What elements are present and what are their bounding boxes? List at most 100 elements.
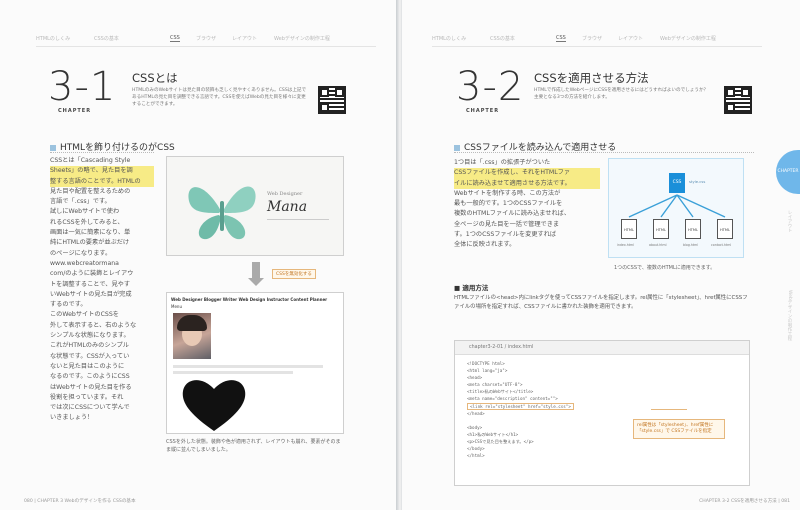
side-index-text: Webデザインの制作工程 bbox=[787, 290, 792, 341]
placeholder-line bbox=[173, 365, 323, 368]
body-line: Sheets」の略で、見た目を調 bbox=[50, 166, 154, 177]
page-folio: 080 | CHAPTER 3 Webのデザインを作る CSSの基本 bbox=[24, 499, 136, 504]
code-line: </html> bbox=[467, 453, 485, 458]
chapter-number: 3-1 bbox=[48, 64, 117, 110]
body-line: れるCSSを外してみると、 bbox=[50, 218, 124, 226]
qr-code-icon bbox=[724, 86, 752, 114]
body-line: 外して表示すると、右のような bbox=[50, 321, 137, 329]
code-line: </head> bbox=[467, 411, 485, 416]
code-line: <meta name="description" content=""> bbox=[467, 396, 558, 401]
body-line: 見た目や配置を整えるための bbox=[50, 187, 131, 195]
tabs-divider bbox=[36, 46, 376, 47]
body-line: Webサイトを制作する時、この方法が bbox=[454, 189, 561, 197]
chapter-number: 3-2 bbox=[456, 64, 525, 110]
heading-underline bbox=[50, 152, 154, 153]
chapter-tabs: HTMLのしくみ CSSの基本 CSS ブラウザ レイアウト Webデザインの制… bbox=[36, 32, 374, 46]
side-index-text: レイアウト bbox=[787, 210, 792, 233]
body-line: 全ページの見た目を一括で管理できま bbox=[454, 220, 560, 228]
body-line: www.webcreatormana bbox=[50, 259, 119, 267]
code-line: <head> bbox=[467, 375, 483, 380]
body-line: 最も一般的です。1つのCSSファイルを bbox=[454, 200, 563, 208]
body-line: トを調整することで、見やす bbox=[50, 280, 131, 288]
code-line: <body> bbox=[467, 425, 483, 430]
left-page: HTMLのしくみ CSSの基本 CSS ブラウザ レイアウト Webデザインの制… bbox=[0, 0, 398, 510]
body-line: 純にHTMLの要素が並ぶだけ bbox=[50, 239, 130, 247]
body-line: 画面は一気に簡素になり、単 bbox=[50, 229, 131, 237]
profile-photo bbox=[173, 313, 211, 359]
body-text: CSSとは「Cascading Style Sheets」の略で、見た目を調 整… bbox=[50, 156, 154, 424]
body-line: のページになります。 bbox=[50, 249, 112, 257]
css-file-label: style.css bbox=[689, 179, 706, 184]
body-line: な状態です。CSSが入ってい bbox=[50, 352, 130, 360]
placeholder-line bbox=[173, 371, 293, 374]
section-title: CSSとは bbox=[132, 71, 178, 85]
body-line: シンプルな状態になります。 bbox=[50, 332, 130, 340]
code-line: <p>CSSで見た目を整えます。</p> bbox=[467, 439, 534, 444]
body-line: イルに読み込ませて適用させる方法です。 bbox=[454, 178, 600, 189]
body-line: では次にCSSについて学んで bbox=[50, 404, 130, 412]
code-line: </body> bbox=[467, 446, 485, 451]
section-intro: HTMLで作成したWebページにCSSを適用させるにはどうすればよいのでしょうか… bbox=[534, 88, 709, 100]
chapter-label: CHAPTER bbox=[58, 108, 92, 114]
page-folio: CHAPTER 3-2 CSSを適用させる方法 | 081 bbox=[699, 499, 790, 504]
qr-code-icon bbox=[318, 86, 346, 114]
code-line-highlighted: <link rel="stylesheet" href="style.css"> bbox=[467, 403, 574, 410]
body-line: いWebサイトの見た目が完成 bbox=[50, 290, 132, 298]
tab-item: ブラウザ bbox=[196, 36, 217, 42]
body-line: CSSファイルを作成し、それをHTMLファ bbox=[454, 168, 600, 179]
css-disabled-tag: CSSを無効化する bbox=[272, 269, 316, 279]
down-arrow-icon bbox=[252, 262, 260, 278]
butterfly-image bbox=[188, 186, 256, 240]
code-line: <title>私のWebサイト</title> bbox=[467, 389, 534, 394]
chapter-label: CHAPTER bbox=[466, 108, 500, 114]
css-apply-diagram: CSS style.css HTML HTML HTML HTML index.… bbox=[608, 158, 744, 258]
code-sample: chapter3-2-01 / index.html <!DOCTYPE htm… bbox=[454, 340, 750, 486]
html-file-label: about.html bbox=[649, 243, 667, 247]
diagram-caption: 1つのCSSで、複数のHTMLに適用できます。 bbox=[614, 265, 716, 271]
section-title: CSSを適用させる方法 bbox=[534, 71, 649, 85]
arrow-head-icon bbox=[248, 278, 264, 286]
html-file-icon: HTML bbox=[653, 219, 669, 239]
unstyled-site-screenshot: Web Designer Blogger Writer Web Design I… bbox=[166, 292, 344, 434]
body-line: 全体に反映されます。 bbox=[454, 241, 516, 249]
body-line: 1つ目は「.css」の拡張子がついた bbox=[454, 159, 551, 166]
html-file-icon: HTML bbox=[717, 219, 733, 239]
mock-site-divider bbox=[267, 219, 329, 220]
mock-site-name: Mana bbox=[267, 199, 308, 215]
body-line: com/のように装飾とレイアウ bbox=[50, 270, 134, 278]
body-line: ないと見た目はこのように bbox=[50, 362, 125, 370]
code-title: chapter3-2-01 / index.html bbox=[455, 341, 749, 355]
tab-item: HTMLのしくみ bbox=[432, 36, 467, 42]
body-line: CSSとは「Cascading Style bbox=[50, 157, 131, 164]
body-line: 試しにWebサイトで使わ bbox=[50, 208, 120, 216]
screenshot-caption: CSSを外した状態。装飾や色が適用されず、レイアウトも崩れ、要素がそのまま縦に並… bbox=[166, 439, 341, 453]
tab-item: HTMLのしくみ bbox=[36, 36, 71, 42]
tab-item: レイアウト bbox=[232, 36, 258, 42]
tab-item: レイアウト bbox=[618, 36, 644, 42]
heart-image bbox=[182, 380, 246, 431]
chapter-tabs: HTMLのしくみ CSSの基本 CSS ブラウザ レイアウト Webデザインの制… bbox=[432, 32, 770, 46]
body-line: いきましょう！ bbox=[50, 414, 94, 422]
html-file-label: index.html bbox=[617, 243, 634, 247]
apply-method-heading: ■ 適用方法 bbox=[454, 284, 489, 292]
styled-site-screenshot: Web Designer Mana bbox=[166, 156, 344, 256]
body-line: 複数のHTMLファイルに読み込ませれば、 bbox=[454, 210, 571, 218]
tab-item: ブラウザ bbox=[582, 36, 603, 42]
body-line: す。1つのCSSファイルを変更すれば bbox=[454, 231, 557, 239]
body-line: これがHTMLのみのシンプル bbox=[50, 342, 129, 350]
chapter-side-tab: CHAPTER 3 bbox=[776, 150, 800, 218]
css-file-icon: CSS bbox=[669, 173, 685, 193]
body-line: するのです。 bbox=[50, 301, 87, 309]
apply-method-text: HTMLファイルの<head>内にlinkタグを使ってCSSファイルを指定します… bbox=[454, 295, 748, 310]
tab-item-active: CSS bbox=[556, 35, 566, 42]
mock-nav-text: Web Designer Blogger Writer Web Design I… bbox=[171, 297, 328, 302]
section-intro: HTMLのみのWebサイトは見た目の装飾も乏しく見やすくありません。CSSは上記… bbox=[132, 88, 307, 107]
tab-item: Webデザインの制作工程 bbox=[274, 36, 330, 42]
body-line: はWebサイトの見た目を作る bbox=[50, 383, 132, 391]
html-file-icon: HTML bbox=[685, 219, 701, 239]
html-file-label: contact.html bbox=[711, 243, 732, 247]
tab-item: Webデザインの制作工程 bbox=[660, 36, 716, 42]
callout-connector bbox=[651, 409, 687, 410]
body-line: 整する言語のことです。HTMLの bbox=[50, 176, 154, 187]
tabs-divider bbox=[432, 46, 762, 47]
